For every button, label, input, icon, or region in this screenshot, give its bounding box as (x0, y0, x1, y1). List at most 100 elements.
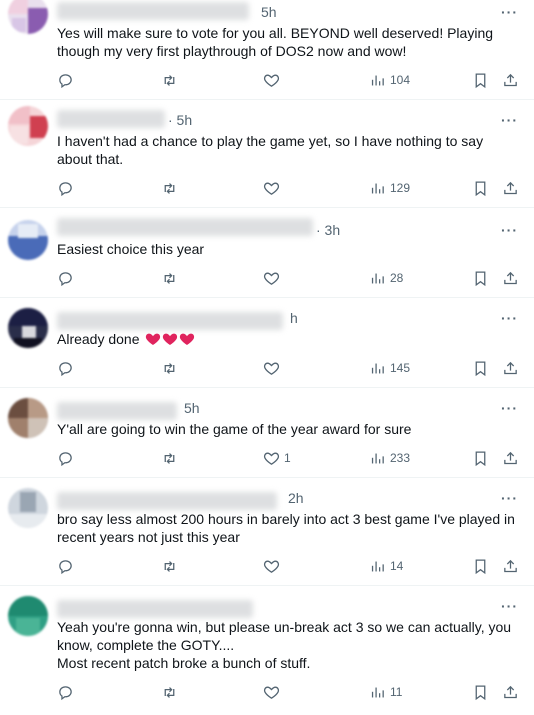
retweet-icon (164, 272, 175, 284)
views-button[interactable]: 11 (369, 682, 402, 702)
views-icon (371, 453, 384, 463)
timestamp[interactable]: h (290, 310, 298, 326)
display-name-blurred (57, 492, 277, 510)
like-button[interactable] (263, 358, 280, 378)
retweet-button[interactable] (161, 358, 178, 378)
views-button[interactable]: 104 (369, 70, 410, 90)
reply-button[interactable] (57, 178, 74, 198)
reply-text: Yeah you're gonna win, but please un-bre… (57, 619, 512, 671)
timestamp[interactable]: · 3h (316, 222, 340, 238)
more-icon[interactable]: ··· (501, 310, 518, 326)
display-name-blurred (57, 2, 249, 20)
views-button[interactable]: 233 (369, 448, 410, 468)
bookmark-button[interactable] (472, 556, 489, 576)
view-count: 145 (390, 361, 411, 375)
like-button[interactable]: 1 (263, 448, 291, 468)
bookmark-icon (475, 72, 486, 88)
bookmark-button[interactable] (472, 358, 489, 378)
avatar[interactable] (8, 398, 48, 438)
reply-button[interactable] (57, 556, 74, 576)
reply-button[interactable] (57, 682, 74, 702)
bookmark-button[interactable] (472, 268, 489, 288)
views-icon (371, 687, 384, 697)
heart-emojis (144, 331, 195, 347)
display-name-blurred (57, 218, 313, 236)
share-button[interactable] (502, 358, 519, 378)
like-count: 1 (284, 451, 291, 465)
share-button[interactable] (502, 448, 519, 468)
bookmark-button[interactable] (472, 178, 489, 198)
reply[interactable]: 5h ··· Y'all are going to win the game o… (0, 388, 534, 478)
display-name-blurred (57, 402, 177, 420)
like-button[interactable] (263, 70, 280, 90)
retweet-icon (164, 74, 175, 86)
like-button[interactable] (263, 556, 280, 576)
reply-button[interactable] (57, 448, 74, 468)
reply[interactable]: 2h ··· bro say less almost 200 hours in … (0, 478, 534, 586)
heart-icon (263, 74, 280, 87)
share-button[interactable] (502, 268, 519, 288)
avatar[interactable] (8, 220, 48, 260)
more-icon[interactable]: ··· (501, 400, 518, 416)
heart-icon (263, 272, 280, 285)
avatar[interactable] (8, 596, 48, 636)
share-button[interactable] (502, 70, 519, 90)
timestamp[interactable]: · 5h (168, 112, 192, 128)
more-icon[interactable]: ··· (501, 598, 518, 614)
share-button[interactable] (502, 556, 519, 576)
reply-text: bro say less almost 200 hours in barely … (57, 511, 515, 545)
retweet-button[interactable] (161, 448, 178, 468)
like-button[interactable] (263, 682, 280, 702)
views-button[interactable]: 28 (369, 268, 403, 288)
heart-icon (263, 182, 280, 195)
reply-button[interactable] (57, 268, 74, 288)
reply[interactable]: · 5h ··· I haven't had a chance to play … (0, 100, 534, 208)
share-button[interactable] (502, 682, 519, 702)
bookmark-icon (475, 360, 486, 376)
views-button[interactable]: 145 (369, 358, 410, 378)
bookmark-button[interactable] (472, 70, 489, 90)
more-icon[interactable]: ··· (501, 112, 518, 128)
view-count: 14 (390, 559, 404, 573)
display-name-blurred (57, 110, 165, 128)
bookmark-button[interactable] (472, 448, 489, 468)
action-bar: 145 (57, 358, 527, 378)
reply[interactable]: 5h ··· Yes will make sure to vote for yo… (0, 0, 534, 100)
red-heart-icon (145, 333, 160, 345)
avatar[interactable] (8, 0, 48, 34)
timestamp[interactable]: 5h (184, 400, 200, 416)
like-button[interactable] (263, 178, 280, 198)
views-icon (371, 363, 384, 373)
more-icon[interactable]: ··· (501, 4, 518, 20)
retweet-button[interactable] (161, 178, 178, 198)
more-icon[interactable]: ··· (501, 490, 518, 506)
action-bar: 104 (57, 70, 527, 90)
reply[interactable]: · 3h ··· Easiest choice this year 28 (0, 208, 534, 298)
reply-button[interactable] (57, 70, 74, 90)
share-icon (504, 73, 517, 86)
retweet-button[interactable] (161, 70, 178, 90)
retweet-button[interactable] (161, 682, 178, 702)
reply[interactable]: ··· Yeah you're gonna win, but please un… (0, 586, 534, 715)
retweet-button[interactable] (161, 556, 178, 576)
avatar[interactable] (8, 488, 48, 528)
share-icon (504, 271, 517, 284)
avatar[interactable] (8, 308, 48, 348)
bookmark-button[interactable] (472, 682, 489, 702)
more-icon[interactable]: ··· (501, 222, 518, 238)
timestamp[interactable]: 5h (261, 4, 277, 20)
action-bar: 14 (57, 556, 527, 576)
like-button[interactable] (263, 268, 280, 288)
retweet-button[interactable] (161, 268, 178, 288)
timestamp[interactable]: 2h (288, 490, 304, 506)
reply-button[interactable] (57, 358, 74, 378)
views-button[interactable]: 14 (369, 556, 403, 576)
reply[interactable]: h ··· Already done 145 (0, 298, 534, 388)
avatar[interactable] (8, 106, 48, 146)
reply-text: I haven't had a chance to play the game … (57, 133, 484, 167)
reply-icon (59, 181, 72, 196)
share-button[interactable] (502, 178, 519, 198)
views-button[interactable]: 129 (369, 178, 410, 198)
display-name-blurred (57, 600, 253, 618)
views-icon (371, 183, 384, 193)
